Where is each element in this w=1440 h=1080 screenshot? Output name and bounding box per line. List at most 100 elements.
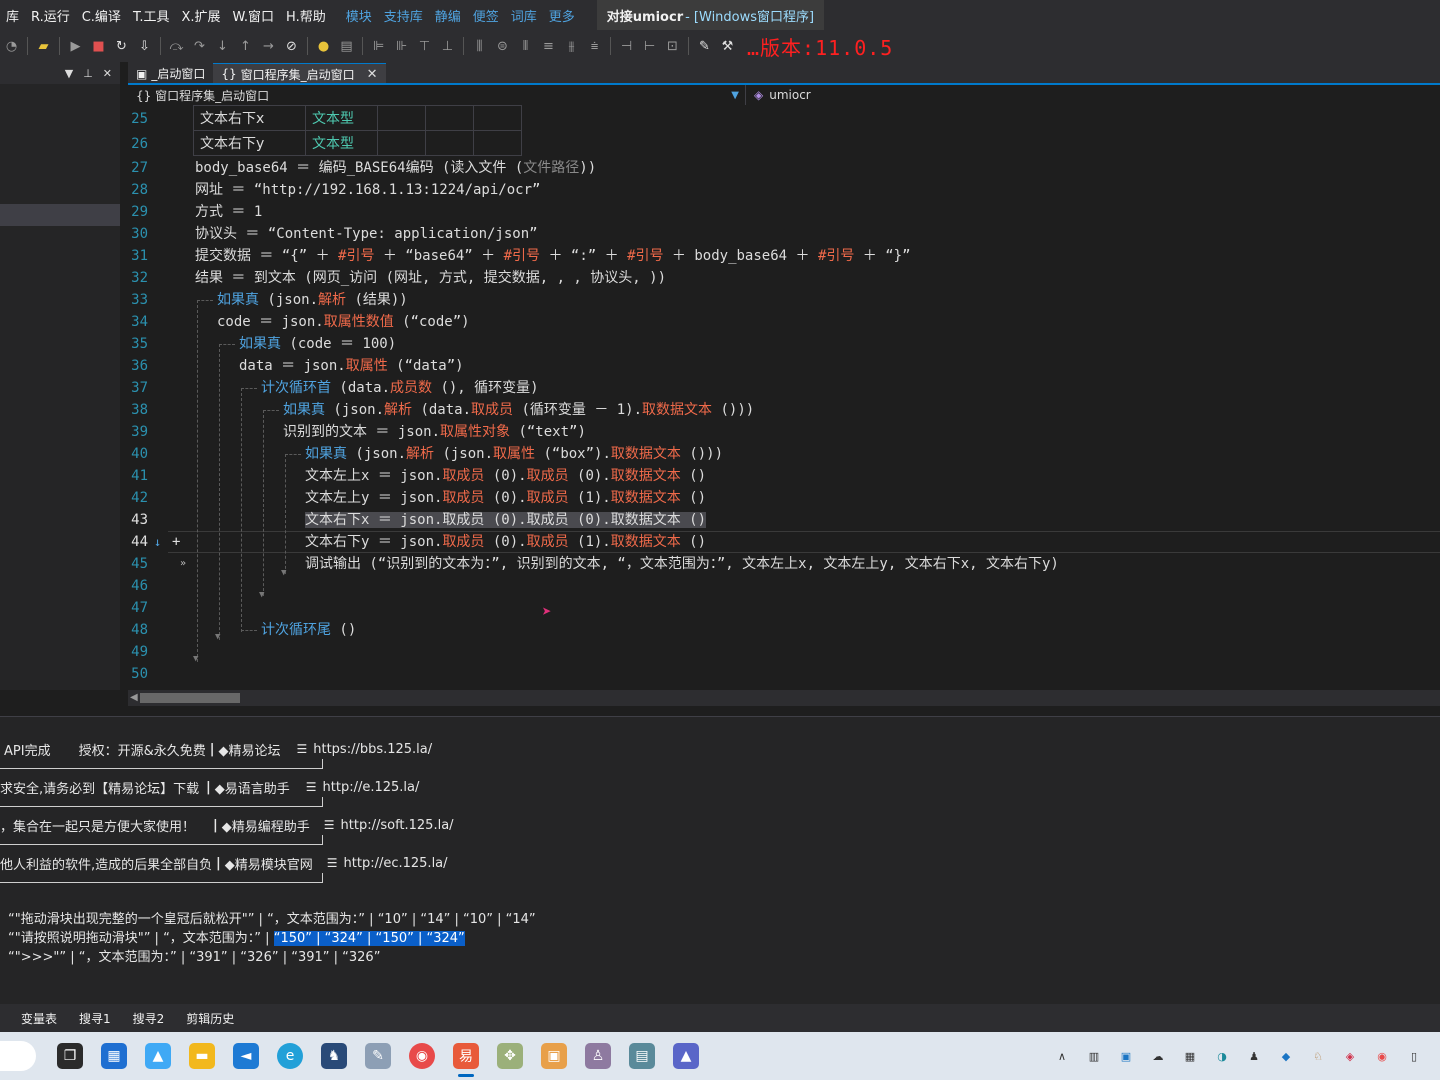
app-window-icon[interactable]: ▤ bbox=[629, 1043, 655, 1069]
app-box-icon[interactable]: ▣ bbox=[541, 1043, 567, 1069]
tab-variables[interactable]: 变量表 bbox=[10, 1010, 68, 1027]
breakpoint-marker[interactable]: + bbox=[172, 531, 180, 553]
menu-item-compile[interactable]: C.编译 bbox=[76, 6, 127, 25]
align-left-icon[interactable]: ⊫ bbox=[368, 35, 390, 57]
chevron-down-icon[interactable]: ▼ bbox=[731, 90, 739, 101]
tray-app-icon[interactable]: ◑ bbox=[1213, 1047, 1231, 1065]
align-bottom-icon[interactable]: ⊥ bbox=[437, 35, 459, 57]
center-h-icon[interactable]: ⫼ bbox=[469, 35, 491, 57]
tray-app-icon[interactable]: ◈ bbox=[1341, 1047, 1359, 1065]
tab-program-set[interactable]: {} 窗口程序集_启动窗口 ✕ bbox=[213, 63, 386, 84]
distribute-v-icon[interactable]: ⩧ bbox=[584, 35, 606, 57]
same-width-icon[interactable]: ⫴ bbox=[515, 35, 537, 57]
debug-output-line[interactable]: “">>>"” | “，文本范围为：” | “391” | “326” | “3… bbox=[8, 948, 380, 967]
scope-selector[interactable]: {} 窗口程序集_启动窗口 ▼ bbox=[128, 85, 746, 105]
menu-link-module[interactable]: 模块 bbox=[340, 6, 378, 25]
bookmark-icon[interactable]: ▤ bbox=[336, 35, 358, 57]
qq-icon[interactable]: ♟ bbox=[1245, 1047, 1263, 1065]
code-line[interactable]: 文本右下x ＝ json.取成员 (0).取成员 (0).取数据文本 () bbox=[305, 509, 707, 531]
app-cat-icon[interactable]: ♞ bbox=[321, 1043, 347, 1069]
align-top-icon[interactable]: ⊤ bbox=[414, 35, 436, 57]
menu-item-help[interactable]: H.帮助 bbox=[280, 6, 332, 25]
close-icon[interactable]: ✕ bbox=[103, 67, 112, 80]
fit-icon[interactable]: ⊡ bbox=[662, 35, 684, 57]
code-line[interactable]: 方式 ＝ 1 bbox=[195, 201, 262, 223]
run-to-cursor-icon[interactable]: → bbox=[258, 35, 280, 57]
site-link[interactable]: http://e.125.la/ bbox=[323, 780, 420, 795]
code-line[interactable]: 如果真 (json.解析 (json.取属性 (“box”).取数据文本 ())… bbox=[305, 443, 723, 465]
easy-language-icon[interactable]: 易 bbox=[453, 1043, 479, 1077]
wrench-icon[interactable]: ⚒ bbox=[717, 35, 739, 57]
chevron-up-icon[interactable]: ∧ bbox=[1053, 1047, 1071, 1065]
tray-app-icon[interactable]: ♘ bbox=[1309, 1047, 1327, 1065]
site-link[interactable]: https://bbs.125.la/ bbox=[313, 742, 432, 757]
vscode-icon[interactable]: ◄ bbox=[233, 1043, 259, 1069]
menu-link-static[interactable]: 静编 bbox=[429, 6, 467, 25]
menu-item-run[interactable]: R.运行 bbox=[25, 6, 76, 25]
site-link[interactable]: http://soft.125.la/ bbox=[341, 818, 454, 833]
step-into-icon[interactable]: ↷ bbox=[189, 35, 211, 57]
menu-link-support-lib[interactable]: 支持库 bbox=[378, 6, 429, 25]
app-icon[interactable]: ▲ bbox=[145, 1043, 171, 1069]
code-editor[interactable]: 25 26 27 28 29 30 31 32 33 34 35 36 37 3… bbox=[128, 105, 1440, 690]
same-height-icon[interactable]: ≡ bbox=[538, 35, 560, 57]
compile-icon[interactable]: ⇩ bbox=[134, 35, 156, 57]
app-figure-icon[interactable]: ♙ bbox=[585, 1043, 611, 1069]
app-tool-icon[interactable]: ✎ bbox=[365, 1043, 391, 1069]
menu-item-window[interactable]: W.窗口 bbox=[227, 6, 281, 25]
code-line[interactable]: 结果 ＝ 到文本 (网页_访问 (网址, 方式, 提交数据, , , 协议头, … bbox=[195, 267, 666, 289]
menu-link-dictionary[interactable]: 词库 bbox=[505, 6, 543, 25]
debug-output-line[interactable]: “"请按照说明拖动滑块"” | “，文本范围为：” | “150” | “324… bbox=[8, 929, 465, 948]
code-line[interactable]: 计次循环尾 () bbox=[261, 619, 356, 641]
step-down-icon[interactable]: ↓ bbox=[212, 35, 234, 57]
netease-music-icon[interactable]: ◉ bbox=[409, 1043, 435, 1069]
center-v-icon[interactable]: ⊜ bbox=[492, 35, 514, 57]
code-line[interactable]: data ＝ json.取属性 (“data”) bbox=[239, 355, 464, 377]
code-line[interactable]: code ＝ json.取属性数值 (“code”) bbox=[217, 311, 470, 333]
pin-icon[interactable]: ⊥ bbox=[83, 67, 93, 80]
code-line[interactable]: 调试输出 (“识别到的文本为：”, 识别到的文本, “，文本范围为：”, 文本左… bbox=[305, 553, 1059, 575]
open-folder-icon[interactable]: ▰ bbox=[33, 35, 55, 57]
code-line[interactable]: body_base64 ＝ 编码_BASE64编码 (读入文件 (文件路径)) bbox=[195, 157, 596, 179]
left-panel-selected-item[interactable] bbox=[0, 204, 120, 226]
lightbulb-icon[interactable]: ● bbox=[313, 35, 335, 57]
edge-icon[interactable]: e bbox=[277, 1043, 303, 1069]
code-line[interactable]: 网址 ＝ “http://192.168.1.13:1224/api/ocr” bbox=[195, 179, 540, 201]
space-h-icon[interactable]: ⊣ bbox=[616, 35, 638, 57]
table-row[interactable]: 文本右下x 文本型 bbox=[193, 105, 522, 131]
code-line[interactable]: 文本左上x ＝ json.取成员 (0).取成员 (0).取数据文本 () bbox=[305, 465, 706, 487]
pen-icon[interactable]: ✎ bbox=[694, 35, 716, 57]
scroll-left-icon[interactable]: ◀ bbox=[130, 692, 138, 703]
app-peaks-icon[interactable]: ▲ bbox=[673, 1043, 699, 1069]
stop-icon[interactable]: ■ bbox=[88, 35, 110, 57]
file-explorer-icon[interactable]: ▬ bbox=[189, 1043, 215, 1069]
restart-icon[interactable]: ↻ bbox=[111, 35, 133, 57]
menu-link-notes[interactable]: 便签 bbox=[467, 6, 505, 25]
horizontal-scrollbar[interactable]: ◀ bbox=[128, 690, 1440, 706]
code-line[interactable]: 协议头 ＝ “Content-Type: application/json” bbox=[195, 223, 538, 245]
tab-search1[interactable]: 搜寻1 bbox=[68, 1010, 122, 1027]
menu-item-tools[interactable]: T.工具 bbox=[127, 6, 176, 25]
menu-item-library[interactable]: 库 bbox=[0, 6, 25, 25]
table-row[interactable]: 文本右下y 文本型 bbox=[193, 130, 522, 156]
tab-search2[interactable]: 搜寻2 bbox=[122, 1010, 176, 1027]
code-line[interactable]: 计次循环首 (data.成员数 (), 循环变量) bbox=[261, 377, 539, 399]
cloud-icon[interactable]: ☁ bbox=[1149, 1047, 1167, 1065]
tab-startup-window[interactable]: ▣ _启动窗口 bbox=[128, 63, 213, 84]
menu-item-extensions[interactable]: X.扩展 bbox=[175, 6, 226, 25]
clipboard-icon[interactable]: ▯ bbox=[1405, 1047, 1423, 1065]
space-v-icon[interactable]: ⊢ bbox=[639, 35, 661, 57]
tray-app-icon[interactable]: ▦ bbox=[1181, 1047, 1199, 1065]
code-line[interactable]: 如果真 (code ＝ 100) bbox=[239, 333, 396, 355]
align-right-icon[interactable]: ⊪ bbox=[391, 35, 413, 57]
close-icon[interactable]: ✕ bbox=[367, 67, 378, 82]
tray-app-icon[interactable]: ◆ bbox=[1277, 1047, 1295, 1065]
debug-output-line[interactable]: “"拖动滑块出现完整的一个皇冠后就松开"” | “，文本范围为：” | “10”… bbox=[8, 910, 536, 929]
tray-app-icon[interactable]: ▣ bbox=[1117, 1047, 1135, 1065]
code-line[interactable]: 如果真 (json.解析 (结果)) bbox=[217, 289, 408, 311]
app-grid-icon[interactable]: ✥ bbox=[497, 1043, 523, 1069]
code-line[interactable]: 文本右下y ＝ json.取成员 (0).取成员 (1).取数据文本 () bbox=[305, 531, 706, 553]
toggle-icon[interactable]: ⊘ bbox=[281, 35, 303, 57]
step-out-icon[interactable]: ↑ bbox=[235, 35, 257, 57]
site-link[interactable]: http://ec.125.la/ bbox=[344, 856, 448, 871]
